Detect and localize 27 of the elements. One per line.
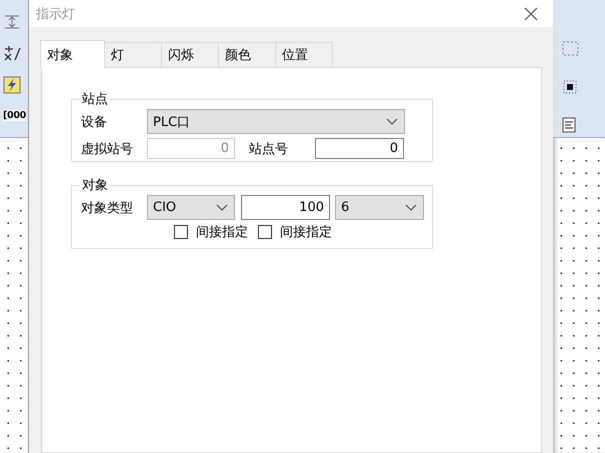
caret-icon [216, 204, 228, 212]
tab[interactable]: 对象 [40, 40, 105, 68]
type-dropdown[interactable]: CIO [147, 195, 235, 220]
tab[interactable]: 位置 [275, 42, 333, 67]
close-icon[interactable] [524, 6, 538, 20]
input-field[interactable]: 0 [315, 138, 404, 159]
window-title: 指示灯 [36, 6, 75, 22]
field-label: 对象类型 [81, 200, 134, 216]
checkbox[interactable] [174, 225, 188, 239]
field-label: 虚拟站号 [81, 140, 134, 158]
field-label: 设备 [81, 114, 108, 130]
address-field[interactable]: 100 [241, 195, 330, 220]
checkbox[interactable] [258, 225, 272, 239]
caret-icon [405, 204, 417, 212]
text-format-icon[interactable] [3, 44, 21, 62]
checkbox-label[interactable]: 间接指定 [196, 223, 248, 241]
lightning-icon[interactable] [3, 76, 21, 94]
group-title: 站点 [81, 91, 109, 108]
toolbar-text: [000 [3, 110, 26, 121]
bit-dropdown[interactable]: 6 [335, 195, 424, 220]
align-icon[interactable] [3, 14, 21, 30]
dashed-square-icon[interactable] [561, 40, 581, 58]
group-title: 对象 [81, 177, 109, 194]
field-label: 站点号 [249, 140, 289, 158]
caret-icon [386, 118, 398, 126]
device-dropdown[interactable]: PLC口 [147, 109, 405, 134]
checkbox-label[interactable]: 间接指定 [280, 223, 332, 241]
